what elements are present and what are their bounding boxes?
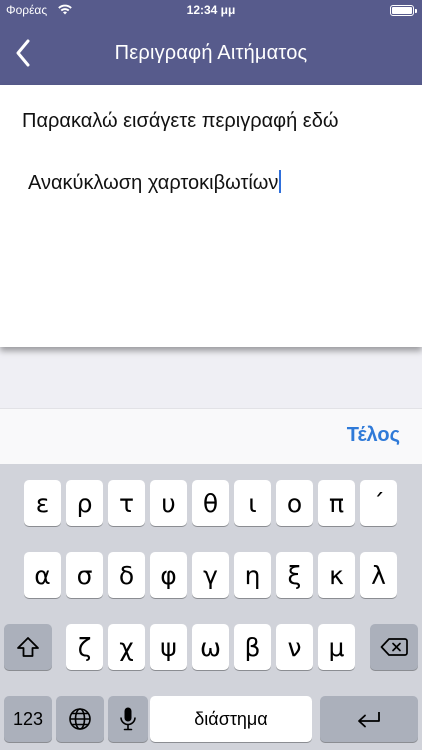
battery-icon [390,5,417,16]
globe-key[interactable] [56,696,104,742]
key-r2-1[interactable]: α [24,552,61,598]
microphone-key[interactable] [108,696,148,742]
key-r1-9[interactable]: ´ [360,480,397,526]
status-bar: Φορέας 12:34 μμ [0,0,422,20]
key-r3-4[interactable]: ω [192,624,229,670]
shift-key[interactable] [4,624,52,670]
return-key[interactable] [320,696,418,742]
battery-level [392,7,412,14]
done-button[interactable]: Τέλος [347,424,400,447]
key-r1-7[interactable]: ο [276,480,313,526]
shift-icon [17,637,39,657]
key-r3-5[interactable]: β [234,624,271,670]
microphone-icon [120,707,136,731]
key-r1-1[interactable]: ε [24,480,61,526]
description-prompt: Παρακαλώ εισάγετε περιγραφή εδώ [22,110,339,132]
return-icon [358,712,380,728]
status-time: 12:34 μμ [186,3,236,17]
description-card: Παρακαλώ εισάγετε περιγραφή εδώ Ανακύκλω… [0,85,422,347]
key-r2-3[interactable]: δ [108,552,145,598]
key-r3-3[interactable]: ψ [150,624,187,670]
key-r2-8[interactable]: κ [318,552,355,598]
key-r1-3[interactable]: τ [108,480,145,526]
delete-icon [380,638,408,656]
key-r2-5[interactable]: γ [192,552,229,598]
key-r2-7[interactable]: ξ [276,552,313,598]
key-r2-2[interactable]: σ [66,552,103,598]
key-r2-4[interactable]: φ [150,552,187,598]
key-r1-6[interactable]: ι [234,480,271,526]
key-r1-2[interactable]: ρ [66,480,103,526]
space-key[interactable]: διάστημα [150,696,312,742]
delete-key[interactable] [370,624,418,670]
key-r2-6[interactable]: η [234,552,271,598]
page-title: Περιγραφή Αιτήματος [114,42,308,64]
key-r3-7[interactable]: μ [318,624,355,670]
navigation-bar: Περιγραφή Αιτήματος [0,20,422,85]
globe-icon [69,708,91,730]
description-input-value: Ανακύκλωση χαρτοκιβωτίων [28,172,279,194]
key-r1-4[interactable]: υ [150,480,187,526]
key-r1-5[interactable]: θ [192,480,229,526]
keyboard-accessory-bar: Τέλος [0,408,422,464]
numbers-key[interactable]: 123 [4,696,52,742]
key-r2-9[interactable]: λ [360,552,397,598]
description-input[interactable]: Ανακύκλωση χαρτοκιβωτίων [28,170,282,195]
text-caret [279,170,282,193]
keyboard: ε ρ τ υ θ ι ο π ´ α σ δ φ γ η ξ κ λ ζ χ … [0,464,422,750]
key-r3-2[interactable]: χ [108,624,145,670]
key-r1-8[interactable]: π [318,480,355,526]
key-r3-1[interactable]: ζ [66,624,103,670]
key-r3-6[interactable]: ν [276,624,313,670]
